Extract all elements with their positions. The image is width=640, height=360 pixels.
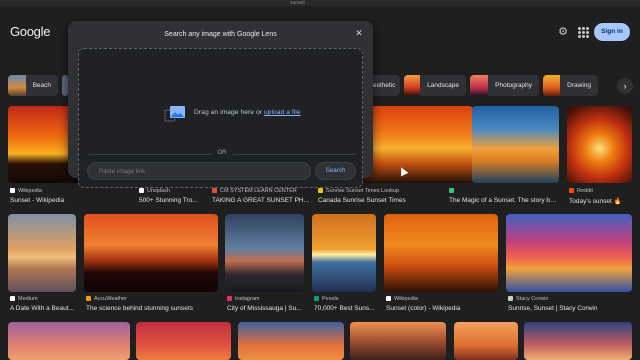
instagram-icon [227, 296, 232, 302]
result-source [449, 188, 479, 194]
result-source: AccuWeather [86, 296, 216, 302]
sign-in-button[interactable]: Sign in [594, 23, 630, 41]
chip-label: Landscape [427, 82, 459, 89]
chip-thumbnail [543, 75, 561, 96]
chip-aesthetic[interactable]: esthetic [373, 75, 400, 96]
google-lens-dialog: Search any image with Google Lens ✕ Drag… [68, 21, 373, 188]
divider [89, 154, 211, 155]
reddit-icon [569, 188, 574, 194]
upload-file-link[interactable]: upload a file [264, 109, 301, 116]
result-title[interactable]: Sunset (color) - Wikipedia [386, 305, 498, 312]
chip-label: esthetic [373, 82, 396, 89]
result-source: Instagram [227, 296, 303, 302]
site-icon [449, 188, 454, 194]
unsplash-icon [139, 188, 144, 194]
result-source: Wikipedia [10, 188, 120, 194]
drop-instructions: Drag an image here or upload a file [194, 109, 301, 116]
site-icon [212, 188, 217, 194]
gear-icon[interactable]: ⚙ [557, 26, 569, 38]
chip-thumbnail [470, 75, 489, 96]
google-logo[interactable]: Google [10, 24, 50, 39]
chip-thumbnail [404, 75, 421, 96]
result-title[interactable]: The Magic of a Sunset. The story be... [449, 197, 559, 204]
result-image[interactable] [238, 322, 344, 360]
result-source: CM SYSTEM LEARN CENTER [212, 188, 312, 194]
result-source: Stacy Corwin [508, 296, 628, 302]
result-title[interactable]: 500+ Stunning Tro... [139, 197, 201, 204]
result-image[interactable] [136, 322, 231, 360]
result-source: Medium [10, 296, 76, 302]
apps-grid-icon[interactable] [577, 26, 589, 38]
site-icon [318, 188, 323, 194]
paste-image-link-input[interactable] [87, 162, 311, 180]
chip-landscape[interactable]: Landscape [404, 75, 466, 96]
result-title[interactable]: 70,000+ Best Suns... [314, 305, 376, 312]
result-image[interactable] [225, 214, 304, 292]
pexels-icon [314, 296, 319, 302]
result-image[interactable] [384, 214, 498, 292]
result-title[interactable]: Canada Sunrise Sunset Times [318, 197, 468, 204]
chips-next-arrow-icon[interactable]: › [617, 78, 633, 94]
or-separator: OR [217, 150, 227, 156]
result-source: Unsplash [139, 188, 199, 194]
chip-label: Drawing [567, 82, 591, 89]
browser-top-bar: sunset [0, 0, 640, 6]
result-image[interactable] [472, 106, 559, 183]
result-image[interactable] [8, 322, 130, 360]
result-title[interactable]: The science behind stunning sunsets [86, 305, 220, 312]
close-icon[interactable]: ✕ [354, 28, 364, 38]
result-source: Sunrise Sunset Times Lookup [318, 188, 468, 194]
lens-search-button[interactable]: Search [315, 162, 356, 180]
result-image[interactable] [312, 214, 376, 292]
chip-thumbnail [8, 75, 26, 96]
divider [233, 154, 355, 155]
result-title[interactable]: TAKING A GREAT SUNSET PH... [212, 197, 312, 204]
result-title[interactable]: Today's sunset 🔥 [569, 197, 632, 205]
address-bar[interactable]: sunset [290, 0, 360, 6]
site-icon [508, 296, 513, 302]
result-source: Reddit [569, 188, 629, 194]
lens-dialog-title: Search any image with Google Lens [164, 31, 277, 38]
chip-label: Photography [495, 82, 532, 89]
wikipedia-icon [10, 188, 15, 194]
result-image[interactable] [8, 214, 76, 292]
result-image[interactable] [454, 322, 518, 360]
result-source: Pexels [314, 296, 376, 302]
chip-drawing[interactable]: Drawing [543, 75, 598, 96]
image-upload-icon [164, 106, 185, 122]
image-drop-zone[interactable]: Drag an image here or upload a file OR S… [78, 48, 363, 188]
medium-icon [10, 296, 15, 302]
chip-beach[interactable]: Beach [8, 75, 58, 96]
result-title[interactable]: A Date With a Beaut... [10, 305, 76, 312]
wikipedia-icon [386, 296, 391, 302]
result-image[interactable] [84, 214, 218, 292]
result-title[interactable]: Sunset - Wikipedia [10, 197, 128, 204]
result-title[interactable]: Sunrise, Sunset | Stacy Corwin [508, 305, 632, 312]
result-source: Wikipedia [386, 296, 496, 302]
result-image[interactable] [567, 106, 632, 183]
result-image[interactable] [506, 214, 632, 292]
chip-photography[interactable]: Photography [470, 75, 539, 96]
accuweather-icon [86, 296, 91, 302]
result-title[interactable]: City of Mississauga | Su... [227, 305, 304, 312]
chip-label: Beach [32, 82, 51, 89]
result-image[interactable] [350, 322, 446, 360]
result-image[interactable] [524, 322, 632, 360]
